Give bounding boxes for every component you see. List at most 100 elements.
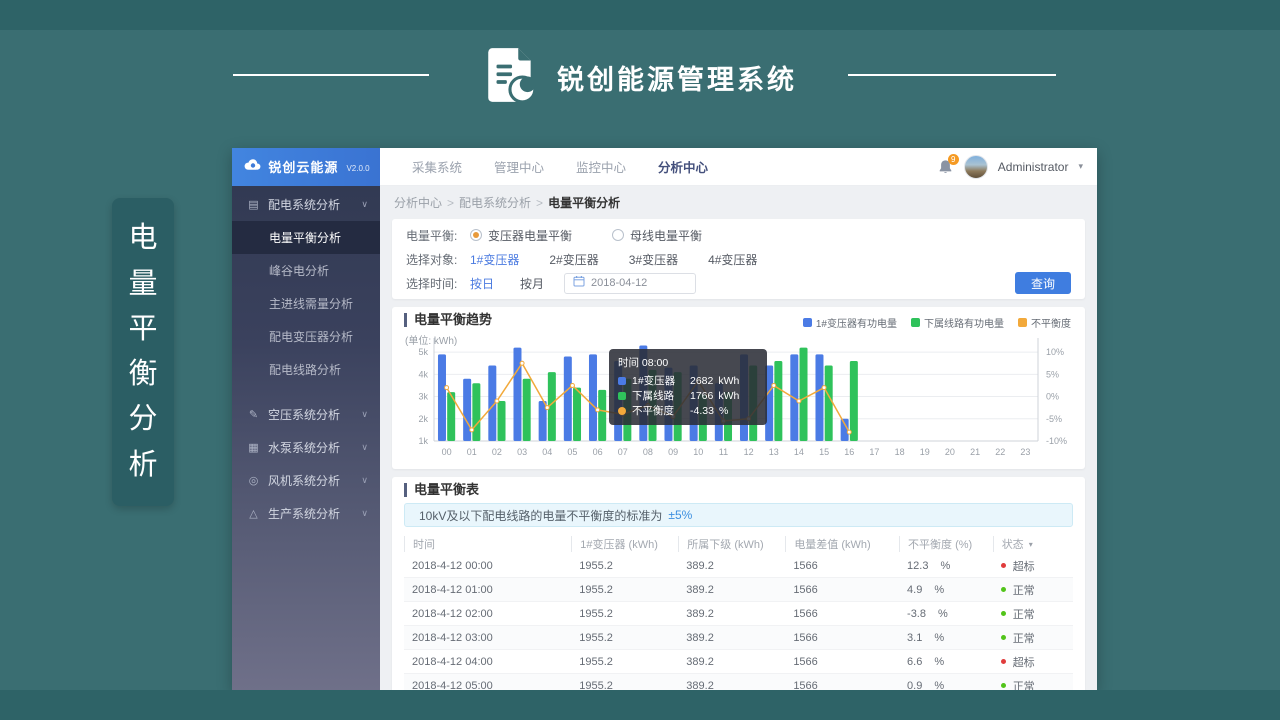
cell-imbalance: 12.3% [899,560,993,572]
svg-text:1k: 1k [418,436,428,446]
nav-item-link[interactable]: 监控中心 [576,157,626,176]
cell-subordinate: 389.2 [678,584,785,596]
time-mode-option[interactable]: 按日 [470,275,494,292]
sidebar-group[interactable]: △生产系统分析∨ [232,497,380,530]
svg-text:13: 13 [769,447,779,457]
sidebar-item[interactable]: 峰谷电分析 [232,254,380,287]
sidebar: ▤配电系统分析∨电量平衡分析峰谷电分析主进线需量分析配电变压器分析配电线路分析 ✎… [232,186,380,690]
tooltip-row: 不平衡度-4.33% [618,403,758,418]
svg-text:17: 17 [869,447,879,457]
cell-subordinate: 389.2 [678,632,785,644]
status-label: 正常 [1013,606,1035,622]
svg-text:20: 20 [945,447,955,457]
svg-text:-5%: -5% [1046,414,1062,424]
breadcrumb-item[interactable]: 配电系统分析 [459,196,531,210]
tooltip-series-label: 下属线路 [632,388,688,403]
imbalance-value: 0.9 [907,680,922,691]
vertical-label-char: 量 [128,270,157,299]
svg-text:4k: 4k [418,369,428,379]
chevron-down-icon[interactable]: ▾ [1078,161,1083,172]
nav-item-active[interactable]: 分析中心 [658,157,708,176]
object-option[interactable]: 4#变压器 [708,251,757,268]
status-label: 超标 [1013,654,1035,670]
nav-item-link[interactable]: 管理中心 [494,157,544,176]
nav-item-link[interactable]: 采集系统 [412,157,462,176]
flask-icon: △ [246,507,261,520]
status-label: 正常 [1013,630,1035,646]
cloud-icon [242,158,262,176]
tooltip-series-label: 不平衡度 [632,403,688,418]
tooltip-series-marker [618,407,626,415]
column-header: 时间 [404,536,571,552]
time-mode-option[interactable]: 按月 [520,275,544,292]
status-dot [1001,587,1006,592]
legend-swatch [1018,318,1027,327]
svg-text:06: 06 [593,447,603,457]
breadcrumb-separator: > [447,196,454,210]
cell-status: 正常 [993,606,1073,622]
object-option[interactable]: 2#变压器 [549,251,598,268]
sidebar-item[interactable]: 配电线路分析 [232,353,380,386]
date-picker[interactable]: 2018-04-12 [564,273,696,294]
filter-caret-icon[interactable]: ▾ [1029,540,1033,549]
svg-text:2k: 2k [418,414,428,424]
sidebar-group[interactable]: ▦水泵系统分析∨ [232,431,380,464]
avatar[interactable] [964,155,988,179]
slide-title: 锐创能源管理系统 [557,58,797,97]
query-button[interactable]: 查询 [1015,272,1071,294]
document-pencil-icon [483,45,539,110]
user-name: Administrator [998,160,1069,174]
tooltip-series-unit: % [719,405,728,417]
tooltip-time: 时间 08:00 [618,355,758,370]
legend-item[interactable]: 1#变压器有功电量 [803,315,897,330]
table-header-row: 时间1#变压器 (kWh)所属下级 (kWh)电量差值 (kWh)不平衡度 (%… [404,534,1073,554]
imbalance-value: 3.1 [907,632,922,644]
cell-subordinate: 389.2 [678,560,785,572]
vertical-label-char: 电 [128,224,157,253]
radio-option[interactable]: 变压器电量平衡 [470,227,572,244]
cell-difference: 1566 [785,560,899,572]
sidebar-item[interactable]: 电量平衡分析 [232,221,380,254]
filter-panel: 电量平衡: 变压器电量平衡母线电量平衡 选择对象: 1#变压器2#变压器3#变压… [392,219,1085,299]
cell-imbalance: 0.9% [899,680,993,691]
bottom-band [0,690,1280,720]
tooltip-series-unit: kWh [718,375,739,387]
cell-difference: 1566 [785,656,899,668]
cell-imbalance: 4.9% [899,584,993,596]
sidebar-group[interactable]: ✎空压系统分析∨ [232,398,380,431]
sidebar-group[interactable]: ◎风机系统分析∨ [232,464,380,497]
status-dot [1001,659,1006,664]
sidebar-item[interactable]: 配电变压器分析 [232,320,380,353]
app-logo[interactable]: 锐创云能源 V2.0.0 [232,148,380,186]
notice-threshold: ±5% [668,508,692,522]
column-header: 状态▾ [993,536,1073,552]
object-option[interactable]: 1#变压器 [470,251,519,268]
breadcrumb-item[interactable]: 分析中心 [394,196,442,210]
cell-status: 正常 [993,582,1073,598]
sidebar-group[interactable]: ▤配电系统分析∨ [232,188,380,221]
legend-item[interactable]: 不平衡度 [1018,315,1071,330]
svg-text:01: 01 [467,447,477,457]
app-version: V2.0.0 [346,164,369,173]
sidebar-group-label: 配电系统分析 [268,196,340,213]
imbalance-unit: % [934,680,944,691]
sidebar-item[interactable]: 主进线需量分析 [232,287,380,320]
table-title: 电量平衡表 [404,483,1073,497]
legend-item[interactable]: 下属线路有功电量 [911,315,1004,330]
sidebar-menu: ▤配电系统分析∨电量平衡分析峰谷电分析主进线需量分析配电变压器分析配电线路分析 ✎… [232,186,380,530]
calendar-icon [573,274,585,292]
notification-bell[interactable]: 9 [938,159,954,175]
svg-text:5%: 5% [1046,369,1059,379]
svg-text:21: 21 [970,447,980,457]
table-card: 电量平衡表 10kV及以下配电线路的电量不平衡度的标准为 ±5% 时间1#变压器… [392,477,1085,690]
tooltip-series-marker [618,392,626,400]
vertical-label-char: 衡 [128,360,157,389]
time-label: 选择时间: [406,275,470,292]
radio-option[interactable]: 母线电量平衡 [612,227,702,244]
svg-text:09: 09 [668,447,678,457]
cell-imbalance: -3.8% [899,608,993,620]
balance-type-row: 电量平衡: 变压器电量平衡母线电量平衡 [406,223,1071,247]
table-icon: ▦ [246,441,261,454]
table-row: 2018-4-12 01:001955.2389.215664.9%正常 [404,578,1073,602]
object-option[interactable]: 3#变压器 [629,251,678,268]
